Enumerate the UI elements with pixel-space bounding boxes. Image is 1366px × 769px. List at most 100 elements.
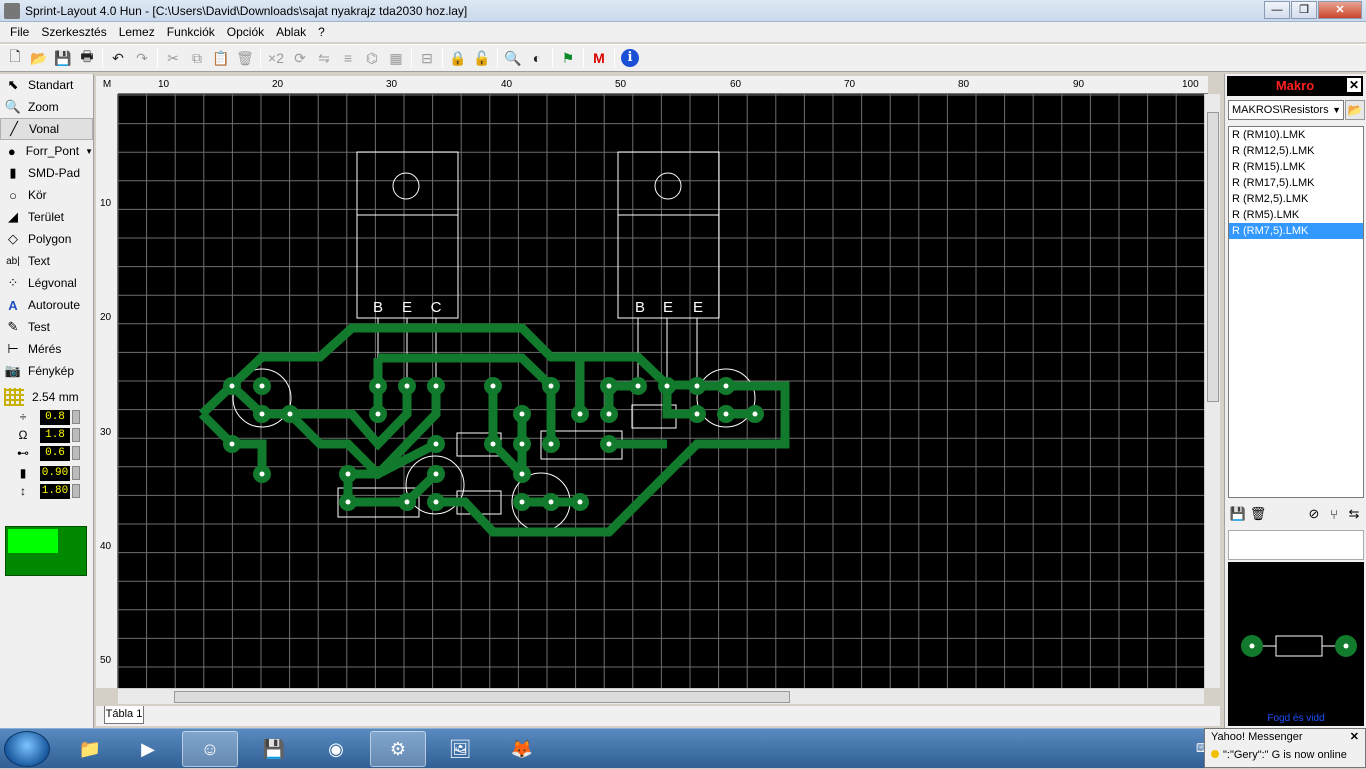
tool-terulet[interactable]: ◢ Terület bbox=[0, 206, 93, 228]
ruler-corner[interactable]: M bbox=[96, 76, 118, 94]
drc-icon[interactable]: ⚑ bbox=[556, 46, 580, 70]
sheet-tab[interactable]: Tábla 1 bbox=[104, 706, 144, 724]
tool-legvonal[interactable]: ⁘ Légvonal bbox=[0, 272, 93, 294]
contrast-icon[interactable]: ◐ bbox=[525, 46, 549, 70]
layers-icon[interactable]: ⊟ bbox=[415, 46, 439, 70]
pcb-canvas[interactable]: B E C B E E bbox=[118, 94, 1204, 688]
list-item[interactable]: R (RM10).LMK bbox=[1229, 127, 1363, 143]
macro-description-field[interactable] bbox=[1228, 530, 1364, 560]
duplicate-icon[interactable]: ×2 bbox=[264, 46, 288, 70]
media-player-icon[interactable]: ▶ bbox=[120, 731, 176, 767]
chevron-down-icon[interactable]: ▼ bbox=[85, 147, 93, 156]
tool-text[interactable]: ab| Text bbox=[0, 250, 93, 272]
macro-folder-select[interactable]: MAKROS\Resistors ▼ bbox=[1228, 100, 1344, 120]
grid-size-selector[interactable]: 2.54 mm bbox=[0, 386, 93, 408]
list-item[interactable]: R (RM5).LMK bbox=[1229, 207, 1363, 223]
group-icon[interactable]: ⌬ bbox=[360, 46, 384, 70]
smd-width-value[interactable]: 0.90 bbox=[40, 465, 70, 481]
maximize-button[interactable]: ❐ bbox=[1291, 1, 1317, 19]
delete-icon[interactable]: 🗑 bbox=[1248, 506, 1268, 522]
smd-height-spinner[interactable] bbox=[72, 484, 80, 498]
pad-inner-spinner[interactable] bbox=[72, 446, 80, 460]
tool-polygon[interactable]: ◇ Polygon bbox=[0, 228, 93, 250]
no-entry-icon[interactable]: ⊘ bbox=[1304, 506, 1324, 522]
tool-label: Vonal bbox=[29, 122, 60, 136]
tool-autoroute[interactable]: A Autoroute bbox=[0, 294, 93, 316]
list-item[interactable]: R (RM12,5).LMK bbox=[1229, 143, 1363, 159]
fork-icon[interactable]: ⑂ bbox=[1324, 507, 1344, 522]
save-icon[interactable]: 💾 bbox=[1228, 506, 1248, 522]
refresh-icon[interactable]: ⇆ bbox=[1344, 506, 1364, 522]
close-icon[interactable]: ✕ bbox=[1347, 78, 1361, 92]
firefox-icon[interactable]: 🦊 bbox=[494, 731, 550, 767]
sprint-layout-icon[interactable]: ⚙ bbox=[370, 731, 426, 767]
list-item-selected[interactable]: R (RM7,5).LMK bbox=[1229, 223, 1363, 239]
zoom-icon[interactable]: 🔍 bbox=[501, 46, 525, 70]
tool-smd-pad[interactable]: ▮ SMD-Pad bbox=[0, 162, 93, 184]
photo-viewer-icon[interactable]: 🖼 bbox=[432, 731, 488, 767]
list-item[interactable]: R (RM17,5).LMK bbox=[1229, 175, 1363, 191]
tool-fenykep[interactable]: 📷 Fénykép bbox=[0, 360, 93, 382]
chrome-icon[interactable]: ◉ bbox=[308, 731, 364, 767]
menu-help[interactable]: ? bbox=[312, 25, 331, 39]
tool-test[interactable]: ✎ Test bbox=[0, 316, 93, 338]
menu-window[interactable]: Ablak bbox=[270, 25, 312, 39]
yahoo-notification[interactable]: Yahoo! Messenger ✕ ":"Gery":" G is now o… bbox=[1204, 728, 1366, 768]
tool-meres[interactable]: ⊢ Mérés bbox=[0, 338, 93, 360]
macro-preview[interactable]: Fogd és vidd bbox=[1228, 562, 1364, 726]
track-width-spinner[interactable] bbox=[72, 410, 80, 424]
layer-color-box[interactable] bbox=[5, 526, 87, 576]
print-icon[interactable]: 🖶 bbox=[75, 46, 99, 70]
pad-inner-value[interactable]: 0.6 bbox=[40, 445, 70, 461]
mirror-icon[interactable]: ⇋ bbox=[312, 46, 336, 70]
pcb-drawing[interactable]: B E C B E E bbox=[118, 94, 1204, 688]
tool-kor[interactable]: ○ Kör bbox=[0, 184, 93, 206]
vertical-scrollbar[interactable] bbox=[1204, 94, 1220, 688]
tool-standart[interactable]: ⬉ Standart bbox=[0, 74, 93, 96]
unlock-icon[interactable]: 🔓 bbox=[470, 46, 494, 70]
copy-icon[interactable]: ⧉ bbox=[185, 46, 209, 70]
paste-icon[interactable]: 📋 bbox=[209, 46, 233, 70]
macro-icon[interactable]: M bbox=[587, 46, 611, 70]
pad-outer-spinner[interactable] bbox=[72, 428, 80, 442]
explorer-icon[interactable]: 📁 bbox=[62, 731, 118, 767]
save-app-icon[interactable]: 💾 bbox=[246, 731, 302, 767]
tool-zoom[interactable]: 🔍 Zoom bbox=[0, 96, 93, 118]
minimize-button[interactable]: — bbox=[1264, 1, 1290, 19]
yahoo-messenger-icon[interactable]: ☺ bbox=[182, 731, 238, 767]
menu-functions[interactable]: Funkciók bbox=[161, 25, 221, 39]
new-file-icon[interactable]: 🗋 bbox=[3, 46, 27, 70]
to220-hole-right bbox=[654, 172, 682, 200]
menu-board[interactable]: Lemez bbox=[113, 25, 161, 39]
undo-icon[interactable]: ↶ bbox=[106, 46, 130, 70]
vertical-scroll-thumb[interactable] bbox=[1207, 112, 1219, 402]
horizontal-scrollbar[interactable] bbox=[118, 688, 1204, 704]
cut-icon[interactable]: ✂ bbox=[161, 46, 185, 70]
open-folder-icon[interactable]: 📂 bbox=[27, 46, 51, 70]
menu-edit[interactable]: Szerkesztés bbox=[35, 25, 112, 39]
align-icon[interactable]: ≡ bbox=[336, 46, 360, 70]
macro-list[interactable]: R (RM10).LMK R (RM12,5).LMK R (RM15).LMK… bbox=[1228, 126, 1364, 498]
save-icon[interactable]: 💾 bbox=[51, 46, 75, 70]
redo-icon[interactable]: ↷ bbox=[130, 46, 154, 70]
close-icon[interactable]: ✕ bbox=[1350, 730, 1359, 743]
pad-outer-value[interactable]: 1.8 bbox=[40, 427, 70, 443]
snap-icon[interactable]: ▦ bbox=[384, 46, 408, 70]
open-folder-icon[interactable]: 📂 bbox=[1345, 100, 1365, 120]
smd-width-spinner[interactable] bbox=[72, 466, 80, 480]
tool-forr-pont[interactable]: ● Forr_Pont ▼ bbox=[0, 140, 93, 162]
menu-options[interactable]: Opciók bbox=[221, 25, 270, 39]
horizontal-scroll-thumb[interactable] bbox=[174, 691, 790, 703]
list-item[interactable]: R (RM2,5).LMK bbox=[1229, 191, 1363, 207]
track-width-value[interactable]: 0.8 bbox=[40, 409, 70, 425]
close-button[interactable]: ✕ bbox=[1318, 1, 1362, 19]
lock-icon[interactable]: 🔒 bbox=[446, 46, 470, 70]
list-item[interactable]: R (RM15).LMK bbox=[1229, 159, 1363, 175]
delete-icon[interactable]: 🗑 bbox=[233, 46, 257, 70]
start-button[interactable] bbox=[4, 731, 50, 767]
info-icon[interactable]: i bbox=[618, 46, 642, 70]
rotate-icon[interactable]: ⟳ bbox=[288, 46, 312, 70]
smd-height-value[interactable]: 1.80 bbox=[40, 483, 70, 499]
menu-file[interactable]: File bbox=[4, 25, 35, 39]
tool-vonal[interactable]: ╱ Vonal bbox=[0, 118, 93, 140]
